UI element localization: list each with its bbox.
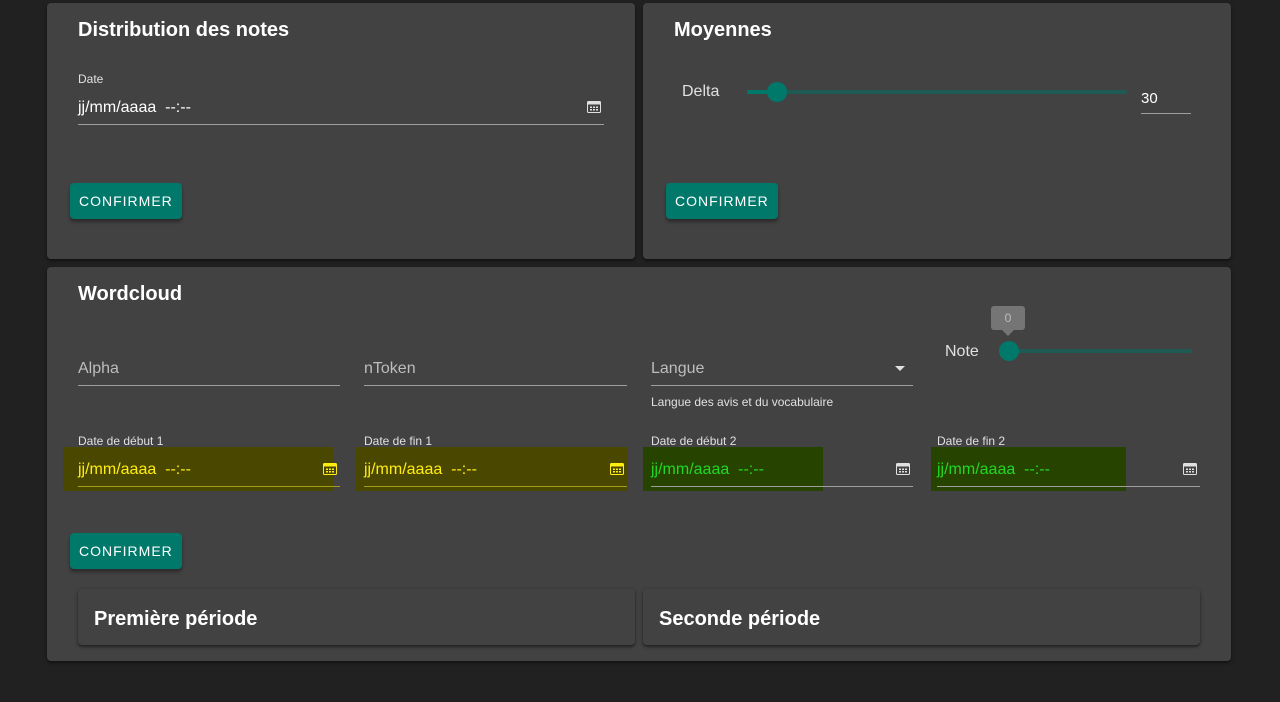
wordcloud-confirm-button[interactable]: CONFIRMER [70, 533, 182, 569]
moyennes-card: Moyennes Delta 30 CONFIRMER [643, 3, 1231, 259]
delta-value-underline [1141, 113, 1191, 114]
date-debut-2-underline [651, 486, 913, 487]
chevron-down-icon[interactable] [895, 366, 905, 371]
note-slider-thumb[interactable] [999, 341, 1019, 361]
date-fin-2-input[interactable]: jj/mm/aaaa --:-- [937, 461, 1050, 479]
delta-slider-track[interactable] [747, 90, 1127, 94]
delta-slider-thumb[interactable] [767, 82, 787, 102]
alpha-underline [78, 385, 340, 386]
note-value-label-pointer [1002, 330, 1014, 336]
distribution-card: Distribution des notes Date jj/mm/aaaa -… [47, 3, 635, 259]
date-underline [78, 124, 604, 125]
alpha-input[interactable]: Alpha [78, 360, 119, 378]
note-label: Note [945, 343, 979, 360]
ntoken-input[interactable]: nToken [364, 360, 416, 378]
moyennes-title: Moyennes [674, 19, 772, 41]
date-debut-2-label: Date de début 2 [651, 434, 737, 448]
date-debut-1-label: Date de début 1 [78, 434, 164, 448]
ntoken-underline [364, 385, 627, 386]
calendar-icon[interactable] [587, 100, 601, 113]
distribution-confirm-button[interactable]: CONFIRMER [70, 183, 182, 219]
date-input[interactable]: jj/mm/aaaa --:-- [78, 99, 191, 117]
moyennes-confirm-button[interactable]: CONFIRMER [666, 183, 778, 219]
delta-label: Delta [682, 83, 720, 100]
langue-select[interactable]: Langue [651, 360, 704, 378]
premiere-periode-card: Première période [78, 589, 635, 645]
calendar-icon[interactable] [896, 462, 910, 475]
seconde-periode-card: Seconde période [643, 589, 1200, 645]
note-slider-track[interactable] [1009, 349, 1192, 353]
note-value-label: 0 [991, 306, 1025, 330]
premiere-periode-title: Première période [94, 608, 258, 630]
seconde-periode-title: Seconde période [659, 608, 821, 630]
calendar-icon[interactable] [323, 462, 337, 475]
date-debut-1-input[interactable]: jj/mm/aaaa --:-- [78, 461, 191, 479]
calendar-icon[interactable] [1183, 462, 1197, 475]
date-fin-2-underline [937, 486, 1200, 487]
wordcloud-card: Wordcloud Alpha nToken Langue Langue des… [47, 267, 1231, 661]
distribution-title: Distribution des notes [78, 19, 290, 41]
langue-underline [651, 385, 913, 386]
date-debut-1-underline [78, 486, 340, 487]
date-debut-2-input[interactable]: jj/mm/aaaa --:-- [651, 461, 764, 479]
date-label: Date [78, 72, 104, 86]
date-fin-1-input[interactable]: jj/mm/aaaa --:-- [364, 461, 477, 479]
wordcloud-title: Wordcloud [78, 283, 183, 305]
delta-value-input[interactable]: 30 [1141, 90, 1158, 107]
calendar-icon[interactable] [610, 462, 624, 475]
date-fin-2-label: Date de fin 2 [937, 434, 1006, 448]
date-fin-1-label: Date de fin 1 [364, 434, 433, 448]
langue-helper-text: Langue des avis et du vocabulaire [651, 395, 834, 409]
date-fin-1-underline [364, 486, 627, 487]
